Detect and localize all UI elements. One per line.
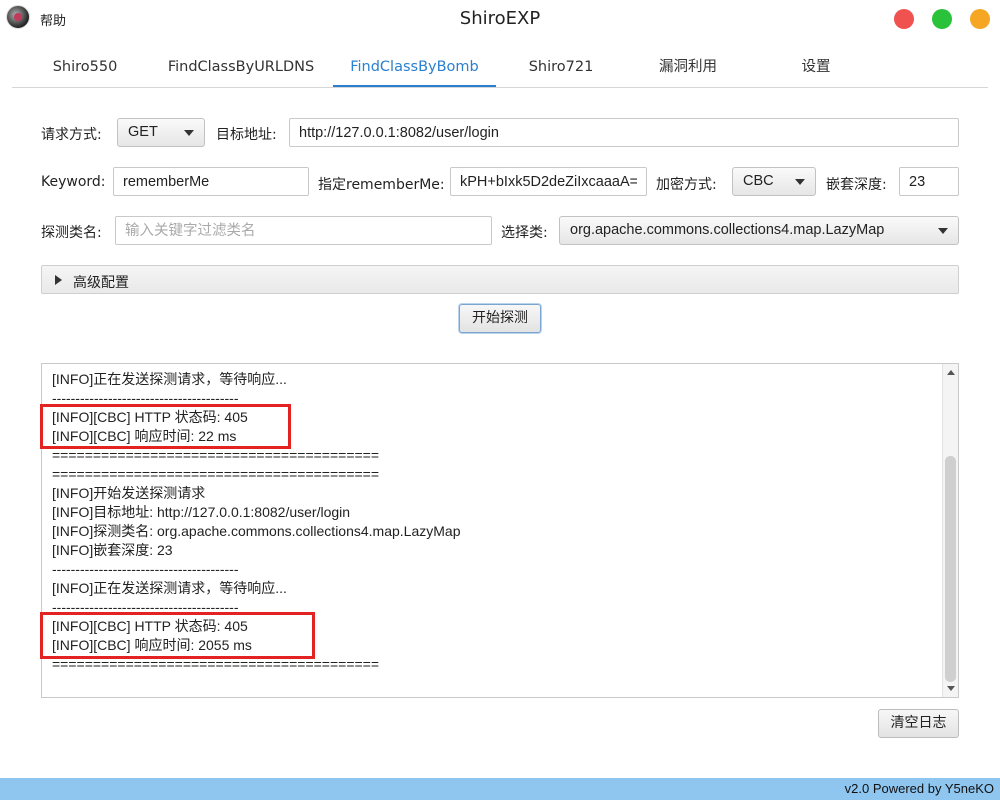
log-line: ----------------------------------------: [52, 561, 239, 577]
rememberme-input[interactable]: [450, 167, 647, 196]
request-method-value: GET: [128, 124, 158, 140]
select-class-value: org.apache.commons.collections4.map.Lazy…: [570, 222, 885, 238]
request-method-label: 请求方式:: [41, 127, 102, 143]
minimize-window-button[interactable]: [970, 9, 990, 29]
target-url-label: 目标地址:: [216, 127, 277, 143]
log-line: [INFO]正在发送探测请求，等待响应...: [52, 371, 287, 387]
encrypt-mode-select[interactable]: CBC: [732, 167, 816, 196]
rememberme-label: 指定rememberMe:: [318, 177, 445, 193]
tab-findclassbyurldns[interactable]: FindClassByURLDNS: [162, 52, 320, 87]
tab-exploit[interactable]: 漏洞利用: [640, 52, 736, 87]
advanced-config-label: 高级配置: [73, 275, 129, 291]
log-scrollbar[interactable]: [942, 364, 958, 697]
tab-bar: Shiro550 FindClassByURLDNS FindClassByBo…: [12, 52, 988, 88]
highlight-box-first-response: [40, 404, 291, 449]
tab-findclassbybomb[interactable]: FindClassByBomb: [333, 52, 496, 87]
keyword-input[interactable]: [113, 167, 309, 196]
status-text: v2.0 Powered by Y5neKO: [844, 781, 994, 796]
probe-class-filter-input[interactable]: [115, 216, 492, 245]
probe-class-label: 探测类名:: [41, 225, 102, 241]
nesting-depth-input[interactable]: [899, 167, 959, 196]
chevron-down-icon: [795, 179, 805, 185]
clear-log-button[interactable]: 清空日志: [878, 709, 959, 738]
advanced-config-panel[interactable]: 高级配置: [41, 265, 959, 294]
expand-arrow-icon: [55, 275, 62, 285]
select-class-label: 选择类:: [501, 225, 548, 241]
log-line: [INFO]探测类名: org.apache.commons.collectio…: [52, 523, 461, 539]
log-line: [INFO]目标地址: http://127.0.0.1:8082/user/l…: [52, 504, 351, 520]
encrypt-mode-label: 加密方式:: [656, 177, 717, 193]
close-window-button[interactable]: [894, 9, 914, 29]
status-bar: v2.0 Powered by Y5neKO: [0, 778, 1000, 800]
log-line: [INFO]嵌套深度: 23: [52, 542, 173, 558]
tab-settings[interactable]: 设置: [768, 52, 864, 87]
scrollbar-thumb[interactable]: [945, 456, 956, 682]
log-line: [INFO]正在发送探测请求，等待响应...: [52, 580, 287, 596]
keyword-label: Keyword:: [41, 174, 106, 190]
scroll-up-icon[interactable]: [947, 370, 955, 375]
maximize-window-button[interactable]: [932, 9, 952, 29]
scroll-down-icon[interactable]: [947, 686, 955, 691]
select-class-select[interactable]: org.apache.commons.collections4.map.Lazy…: [559, 216, 959, 245]
chevron-down-icon: [184, 130, 194, 136]
window-title: ShiroEXP: [459, 8, 541, 29]
tab-shiro550[interactable]: Shiro550: [34, 52, 136, 87]
log-line: ========================================: [52, 466, 380, 482]
log-line: [INFO]开始发送探测请求: [52, 485, 206, 501]
title-bar: 帮助 ShiroEXP: [0, 0, 1000, 40]
highlight-box-second-response: [40, 612, 315, 659]
start-probe-button[interactable]: 开始探测: [459, 304, 541, 333]
encrypt-mode-value: CBC: [743, 173, 774, 189]
target-url-input[interactable]: [289, 118, 959, 147]
request-method-select[interactable]: GET: [117, 118, 205, 147]
tab-shiro721[interactable]: Shiro721: [513, 52, 609, 87]
nesting-depth-label: 嵌套深度:: [826, 177, 887, 193]
chevron-down-icon: [938, 228, 948, 234]
